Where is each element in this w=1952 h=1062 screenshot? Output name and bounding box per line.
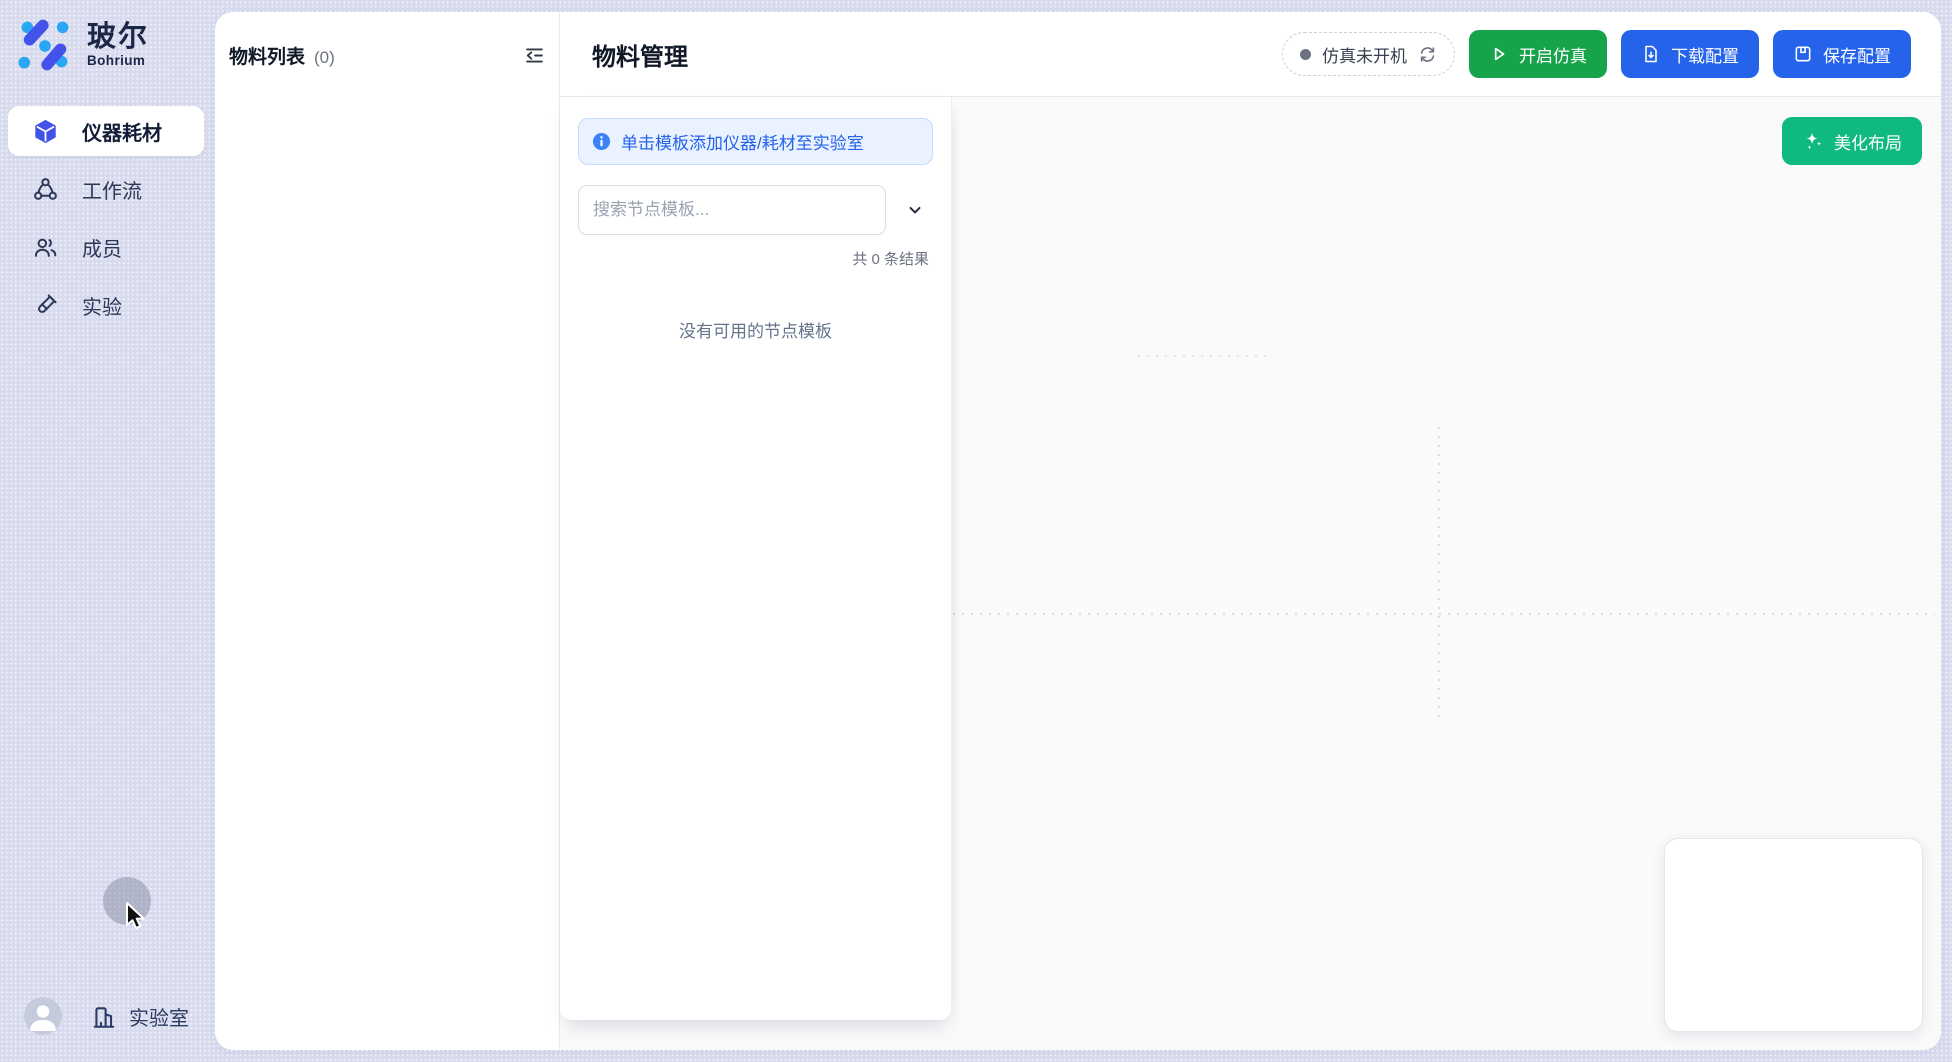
experiment-icon bbox=[33, 293, 58, 318]
refresh-icon[interactable] bbox=[1418, 45, 1437, 64]
lab-label: 实验室 bbox=[129, 1002, 189, 1031]
sidebar-item-members[interactable]: 成员 bbox=[8, 222, 204, 272]
chevron-down-icon bbox=[906, 201, 924, 219]
status-dot-icon bbox=[1300, 49, 1311, 60]
template-search-row bbox=[578, 185, 933, 235]
collapse-panel-icon[interactable] bbox=[524, 45, 545, 66]
building-icon bbox=[91, 1004, 117, 1030]
layout-canvas[interactable]: 单击模板添加仪器/耗材至实验室 共 0 条结果 没有可用的节点模板 bbox=[560, 97, 1941, 1050]
play-icon bbox=[1489, 44, 1509, 64]
save-icon bbox=[1793, 44, 1813, 64]
simulation-status-text: 仿真未开机 bbox=[1322, 42, 1407, 67]
material-list-count: (0) bbox=[314, 48, 335, 68]
sidebar-item-experiments[interactable]: 实验 bbox=[8, 280, 204, 330]
bohrium-logo-icon bbox=[16, 16, 74, 74]
workflow-icon bbox=[33, 177, 58, 202]
header-actions: 仿真未开机 开启仿真 bbox=[1282, 30, 1911, 78]
template-result-count: 共 0 条结果 bbox=[578, 248, 933, 269]
mouse-cursor-icon bbox=[124, 901, 148, 931]
template-filter-toggle[interactable] bbox=[899, 185, 931, 235]
cube-icon bbox=[33, 119, 58, 144]
sidebar-item-workflow[interactable]: 工作流 bbox=[8, 164, 204, 214]
canvas-gridline-vertical bbox=[1438, 427, 1440, 721]
material-list-header: 物料列表 (0) bbox=[215, 12, 559, 69]
sidebar-menu: 仪器耗材 工作流 成员 bbox=[8, 106, 204, 338]
save-config-button[interactable]: 保存配置 bbox=[1773, 30, 1911, 78]
main-area: 物料管理 仿真未开机 开启仿真 bbox=[560, 12, 1941, 1050]
simulation-status-pill[interactable]: 仿真未开机 bbox=[1282, 32, 1455, 76]
node-template-drawer: 单击模板添加仪器/耗材至实验室 共 0 条结果 没有可用的节点模板 bbox=[560, 97, 952, 1020]
file-download-icon bbox=[1641, 44, 1661, 64]
brand-subtitle: Bohrium bbox=[87, 53, 149, 69]
minimap[interactable] bbox=[1664, 838, 1923, 1032]
info-icon bbox=[592, 132, 611, 151]
brand-name: 玻尔 bbox=[87, 21, 149, 53]
material-list-title: 物料列表 bbox=[229, 42, 305, 69]
avatar[interactable] bbox=[24, 997, 62, 1035]
page-title: 物料管理 bbox=[592, 37, 1282, 72]
sidebar-item-instruments[interactable]: 仪器耗材 bbox=[8, 106, 204, 156]
template-hint-text: 单击模板添加仪器/耗材至实验室 bbox=[621, 129, 864, 154]
avatar-person-icon bbox=[24, 997, 62, 1035]
members-icon bbox=[33, 235, 58, 260]
brand-logo: 玻尔 Bohrium bbox=[16, 16, 149, 74]
template-search-input[interactable] bbox=[578, 185, 886, 235]
lab-switcher[interactable]: 实验室 bbox=[91, 1002, 189, 1031]
main-header: 物料管理 仿真未开机 开启仿真 bbox=[560, 12, 1941, 97]
canvas-gridline-faint bbox=[1138, 355, 1270, 357]
main-card: 物料列表 (0) 物料管理 仿真未开机 bbox=[215, 12, 1941, 1050]
template-hint-banner: 单击模板添加仪器/耗材至实验室 bbox=[578, 118, 933, 165]
sparkles-icon bbox=[1802, 130, 1824, 152]
start-simulation-button[interactable]: 开启仿真 bbox=[1469, 30, 1607, 78]
material-list-panel: 物料列表 (0) bbox=[215, 12, 560, 1050]
beautify-layout-button[interactable]: 美化布局 bbox=[1782, 117, 1922, 165]
template-empty-message: 没有可用的节点模板 bbox=[578, 317, 933, 342]
download-config-button[interactable]: 下载配置 bbox=[1621, 30, 1759, 78]
